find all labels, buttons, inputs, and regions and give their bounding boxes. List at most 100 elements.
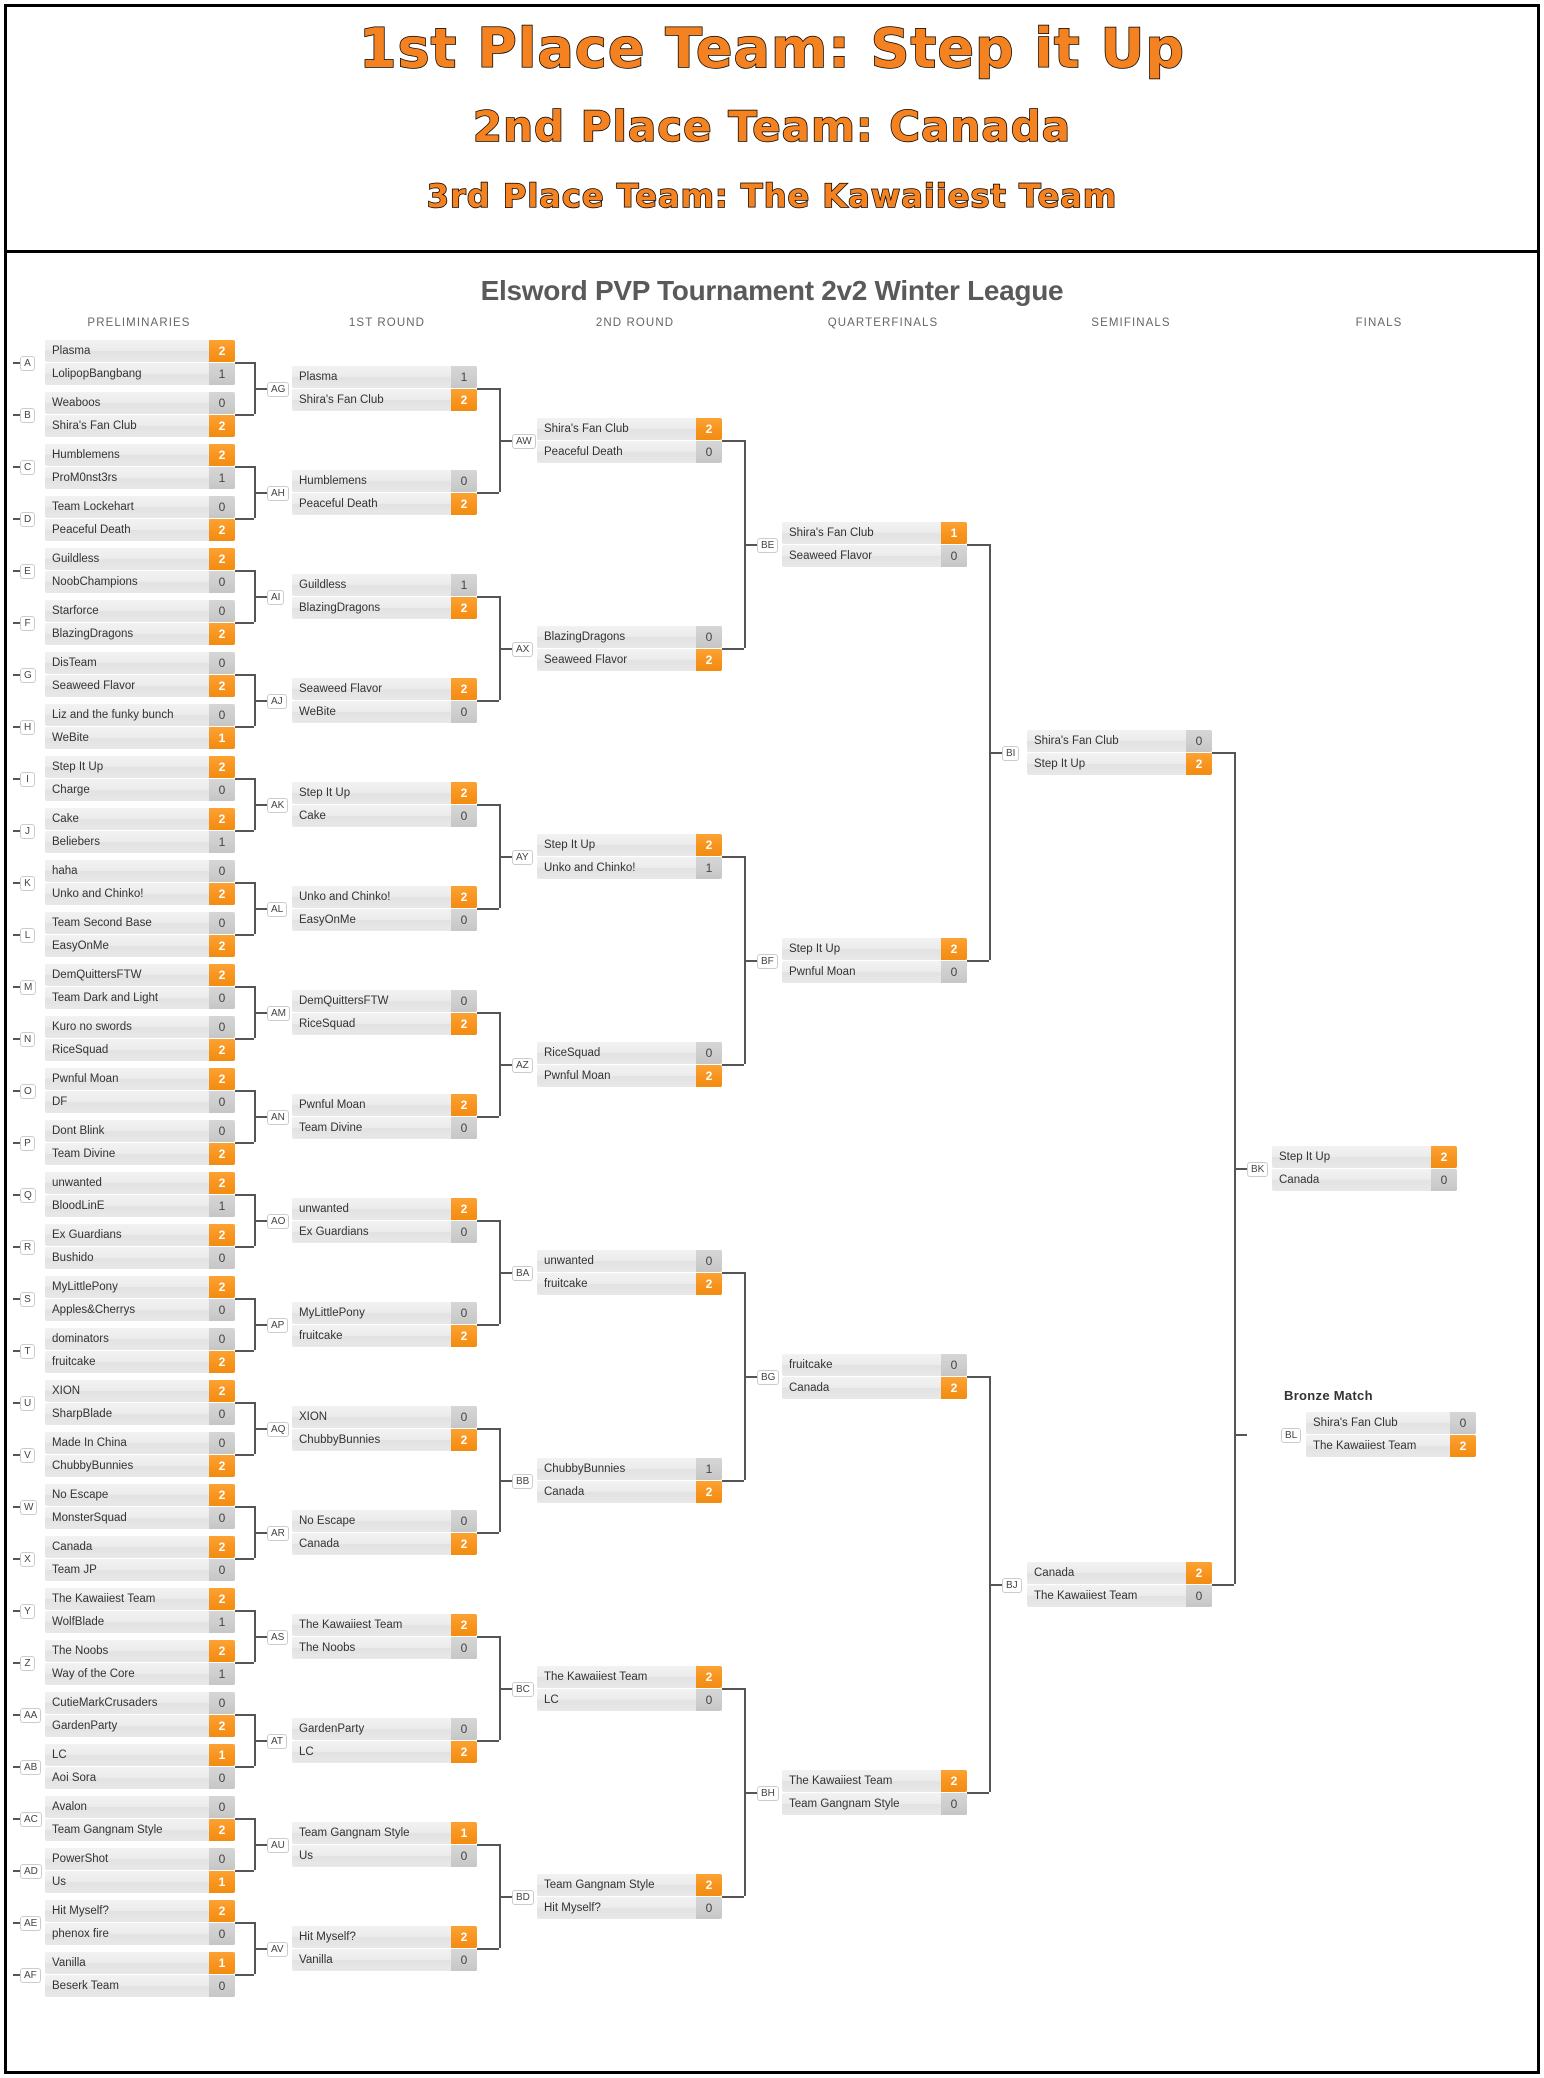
match-slot[interactable]: The Kawaiiest Team 2 xyxy=(45,1588,235,1610)
match-slot[interactable]: fruitcake 0 xyxy=(782,1354,967,1376)
match-ba[interactable]: unwanted 0 fruitcake 2 xyxy=(537,1250,722,1295)
match-slot[interactable]: Ex Guardians 2 xyxy=(45,1224,235,1246)
match-slot[interactable]: The Kawaiiest Team 2 xyxy=(292,1614,477,1636)
match-slot[interactable]: Pwnful Moan 2 xyxy=(537,1065,722,1087)
match-slot[interactable]: unwanted 2 xyxy=(292,1198,477,1220)
match-aj[interactable]: Seaweed Flavor 2 WeBite 0 xyxy=(292,678,477,723)
match-slot[interactable]: LC 0 xyxy=(537,1689,722,1711)
match-slot[interactable]: Peaceful Death 0 xyxy=(537,441,722,463)
match-slot[interactable]: Canada 2 xyxy=(292,1533,477,1555)
match-slot[interactable]: MyLittlePony 2 xyxy=(45,1276,235,1298)
match-slot[interactable]: phenox fire 0 xyxy=(45,1923,235,1945)
match-slot[interactable]: No Escape 2 xyxy=(45,1484,235,1506)
match-h[interactable]: Liz and the funky bunch 0 WeBite 1 xyxy=(45,704,235,749)
match-slot[interactable]: XION 0 xyxy=(292,1406,477,1428)
match-bb[interactable]: ChubbyBunnies 1 Canada 2 xyxy=(537,1458,722,1503)
match-slot[interactable]: XION 2 xyxy=(45,1380,235,1402)
match-be[interactable]: Shira's Fan Club 1 Seaweed Flavor 0 xyxy=(782,522,967,567)
match-n[interactable]: Kuro no swords 0 RiceSquad 2 xyxy=(45,1016,235,1061)
match-slot[interactable]: Step It Up 2 xyxy=(782,938,967,960)
match-k[interactable]: haha 0 Unko and Chinko! 2 xyxy=(45,860,235,905)
match-ab[interactable]: LC 1 Aoi Sora 0 xyxy=(45,1744,235,1789)
match-slot[interactable]: Team Divine 0 xyxy=(292,1117,477,1139)
match-at[interactable]: GardenParty 0 LC 2 xyxy=(292,1718,477,1763)
match-slot[interactable]: CutieMarkCrusaders 0 xyxy=(45,1692,235,1714)
match-ap[interactable]: MyLittlePony 0 fruitcake 2 xyxy=(292,1302,477,1347)
match-slot[interactable]: Avalon 0 xyxy=(45,1796,235,1818)
match-slot[interactable]: Shira's Fan Club 2 xyxy=(292,389,477,411)
match-slot[interactable]: unwanted 2 xyxy=(45,1172,235,1194)
match-slot[interactable]: Shira's Fan Club 2 xyxy=(45,415,235,437)
match-slot[interactable]: Seaweed Flavor 0 xyxy=(782,545,967,567)
match-al[interactable]: Unko and Chinko! 2 EasyOnMe 0 xyxy=(292,886,477,931)
match-slot[interactable]: Cake 2 xyxy=(45,808,235,830)
match-az[interactable]: RiceSquad 0 Pwnful Moan 2 xyxy=(537,1042,722,1087)
match-m[interactable]: DemQuittersFTW 2 Team Dark and Light 0 xyxy=(45,964,235,1009)
match-slot[interactable]: BloodLinE 1 xyxy=(45,1195,235,1217)
match-slot[interactable]: Team Gangnam Style 0 xyxy=(782,1793,967,1815)
match-u[interactable]: XION 2 SharpBlade 0 xyxy=(45,1380,235,1425)
match-slot[interactable]: No Escape 0 xyxy=(292,1510,477,1532)
match-j[interactable]: Cake 2 Beliebers 1 xyxy=(45,808,235,853)
match-slot[interactable]: Seaweed Flavor 2 xyxy=(292,678,477,700)
match-am[interactable]: DemQuittersFTW 0 RiceSquad 2 xyxy=(292,990,477,1035)
match-slot[interactable]: Vanilla 1 xyxy=(45,1952,235,1974)
match-slot[interactable]: Hit Myself? 0 xyxy=(537,1897,722,1919)
match-slot[interactable]: Team JP 0 xyxy=(45,1559,235,1581)
match-y[interactable]: The Kawaiiest Team 2 WolfBlade 1 xyxy=(45,1588,235,1633)
match-slot[interactable]: The Kawaiiest Team 2 xyxy=(1306,1435,1476,1457)
match-slot[interactable]: Canada 2 xyxy=(537,1481,722,1503)
match-slot[interactable]: Plasma 1 xyxy=(292,366,477,388)
match-slot[interactable]: Way of the Core 1 xyxy=(45,1663,235,1685)
match-slot[interactable]: The Kawaiiest Team 2 xyxy=(537,1666,722,1688)
match-slot[interactable]: ChubbyBunnies 2 xyxy=(292,1429,477,1451)
match-slot[interactable]: Team Divine 2 xyxy=(45,1143,235,1165)
match-an[interactable]: Pwnful Moan 2 Team Divine 0 xyxy=(292,1094,477,1139)
match-q[interactable]: unwanted 2 BloodLinE 1 xyxy=(45,1172,235,1217)
match-a[interactable]: Plasma 2 LolipopBangbang 1 xyxy=(45,340,235,385)
match-slot[interactable]: Aoi Sora 0 xyxy=(45,1767,235,1789)
match-au[interactable]: Team Gangnam Style 1 Us 0 xyxy=(292,1822,477,1867)
match-slot[interactable]: Shira's Fan Club 0 xyxy=(1306,1412,1476,1434)
match-l[interactable]: Team Second Base 0 EasyOnMe 2 xyxy=(45,912,235,957)
match-bk[interactable]: Step It Up 2 Canada 0 xyxy=(1272,1146,1457,1191)
match-slot[interactable]: Peaceful Death 2 xyxy=(292,493,477,515)
match-slot[interactable]: Us 1 xyxy=(45,1871,235,1893)
match-slot[interactable]: RiceSquad 2 xyxy=(292,1013,477,1035)
match-bg[interactable]: fruitcake 0 Canada 2 xyxy=(782,1354,967,1399)
match-slot[interactable]: GardenParty 0 xyxy=(292,1718,477,1740)
match-bd[interactable]: Team Gangnam Style 2 Hit Myself? 0 xyxy=(537,1874,722,1919)
match-slot[interactable]: ChubbyBunnies 2 xyxy=(45,1455,235,1477)
match-slot[interactable]: Step It Up 2 xyxy=(1027,753,1212,775)
match-slot[interactable]: Canada 2 xyxy=(782,1377,967,1399)
match-bl[interactable]: Shira's Fan Club 0 The Kawaiiest Team 2 xyxy=(1306,1412,1476,1457)
match-slot[interactable]: The Noobs 0 xyxy=(292,1637,477,1659)
match-slot[interactable]: Step It Up 2 xyxy=(1272,1146,1457,1168)
match-p[interactable]: Dont Blink 0 Team Divine 2 xyxy=(45,1120,235,1165)
match-slot[interactable]: Canada 2 xyxy=(1027,1562,1212,1584)
match-slot[interactable]: Humblemens 2 xyxy=(45,444,235,466)
match-slot[interactable]: Pwnful Moan 2 xyxy=(292,1094,477,1116)
match-f[interactable]: Starforce 0 BlazingDragons 2 xyxy=(45,600,235,645)
match-slot[interactable]: fruitcake 2 xyxy=(292,1325,477,1347)
match-aa[interactable]: CutieMarkCrusaders 0 GardenParty 2 xyxy=(45,1692,235,1737)
match-bf[interactable]: Step It Up 2 Pwnful Moan 0 xyxy=(782,938,967,983)
match-bj[interactable]: Canada 2 The Kawaiiest Team 0 xyxy=(1027,1562,1212,1607)
match-slot[interactable]: Canada 2 xyxy=(45,1536,235,1558)
match-ac[interactable]: Avalon 0 Team Gangnam Style 2 xyxy=(45,1796,235,1841)
match-ax[interactable]: BlazingDragons 0 Seaweed Flavor 2 xyxy=(537,626,722,671)
match-slot[interactable]: Beliebers 1 xyxy=(45,831,235,853)
match-g[interactable]: DisTeam 0 Seaweed Flavor 2 xyxy=(45,652,235,697)
match-slot[interactable]: Made In China 0 xyxy=(45,1432,235,1454)
match-slot[interactable]: Pwnful Moan 0 xyxy=(782,961,967,983)
match-slot[interactable]: RiceSquad 0 xyxy=(537,1042,722,1064)
match-ad[interactable]: PowerShot 0 Us 1 xyxy=(45,1848,235,1893)
match-slot[interactable]: Unko and Chinko! 2 xyxy=(45,883,235,905)
match-r[interactable]: Ex Guardians 2 Bushido 0 xyxy=(45,1224,235,1269)
match-slot[interactable]: GardenParty 2 xyxy=(45,1715,235,1737)
match-slot[interactable]: Peaceful Death 2 xyxy=(45,519,235,541)
match-bi[interactable]: Shira's Fan Club 0 Step It Up 2 xyxy=(1027,730,1212,775)
match-slot[interactable]: Beserk Team 0 xyxy=(45,1975,235,1997)
match-o[interactable]: Pwnful Moan 2 DF 0 xyxy=(45,1068,235,1113)
match-slot[interactable]: Unko and Chinko! 2 xyxy=(292,886,477,908)
